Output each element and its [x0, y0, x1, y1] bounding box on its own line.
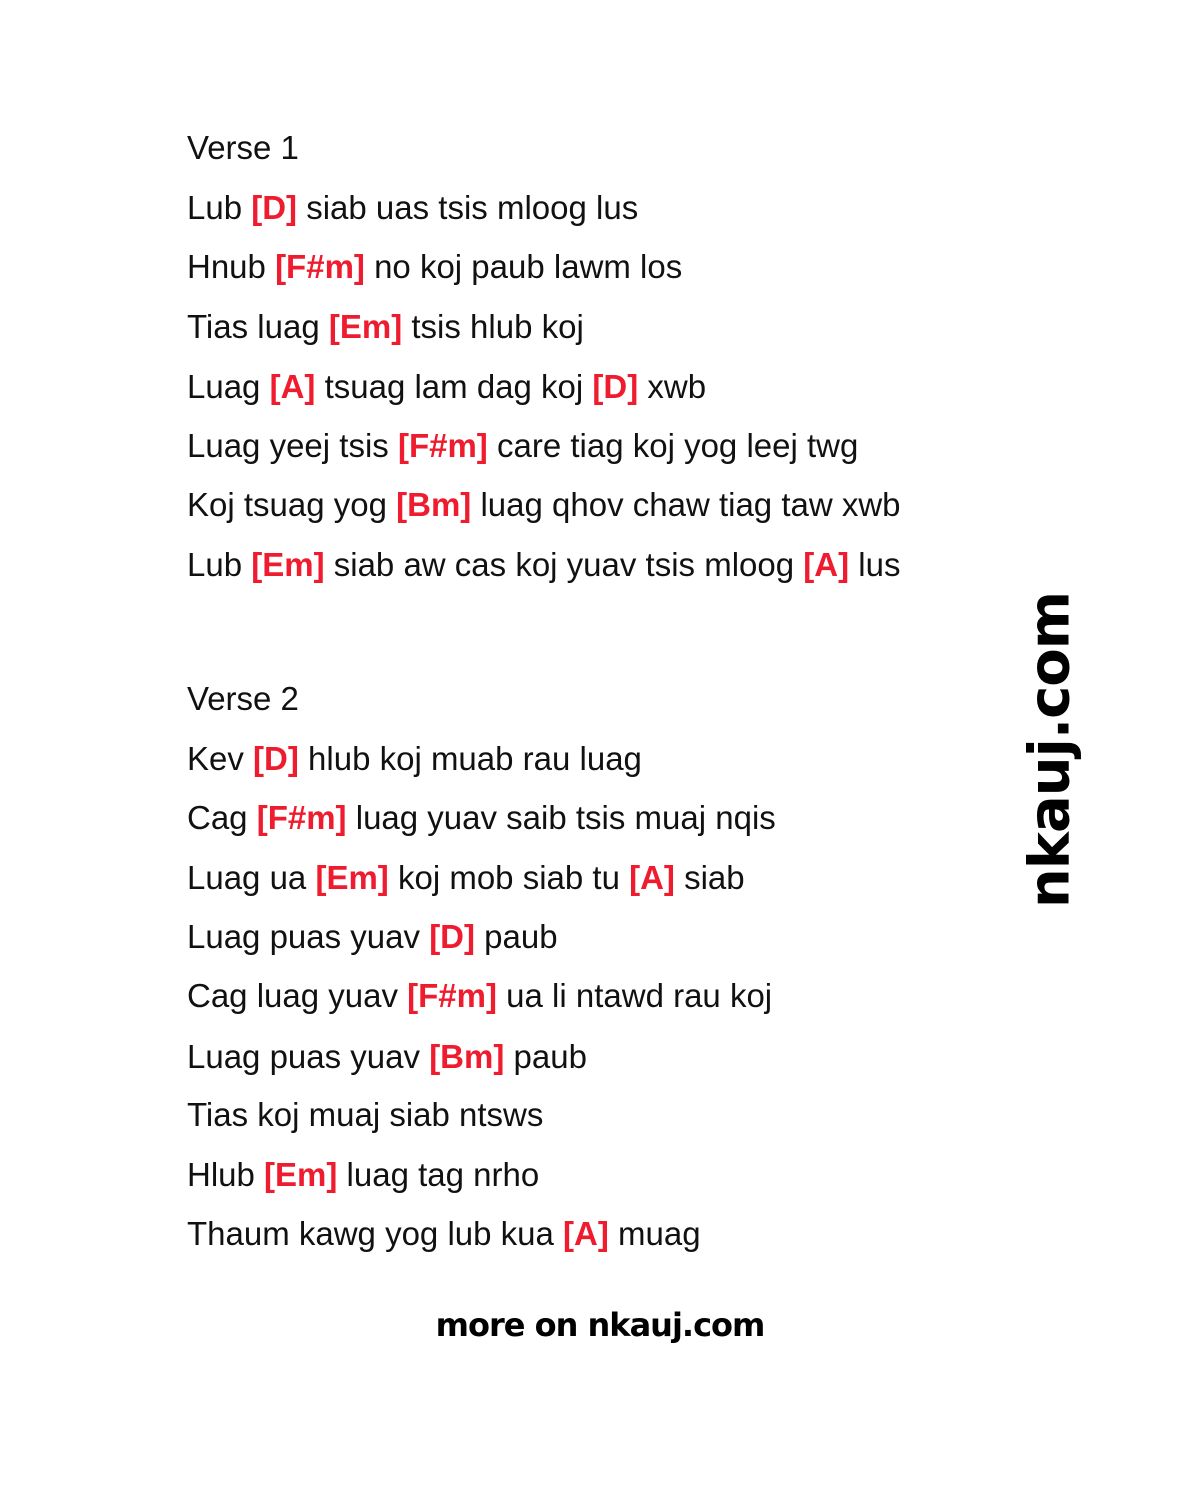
footer-site-link[interactable]: more on nkauj.com [0, 1306, 1200, 1344]
lyric-text: Hnub [187, 248, 276, 285]
lyric-line: Kev [D] hlub koj muab rau luag [187, 739, 642, 779]
lyric-line: Koj tsuag yog [Bm] luag qhov chaw tiag t… [187, 485, 901, 525]
lyric-line: Lub [Em] siab aw cas koj yuav tsis mloog… [187, 545, 900, 585]
lyric-text: Lub [187, 189, 252, 226]
lyric-line: Luag puas yuav [D] paub [187, 917, 558, 957]
lyric-text: hlub koj muab rau luag [298, 740, 642, 777]
chord-label: [D] [253, 740, 299, 777]
lyric-line: Luag ua [Em] koj mob siab tu [A] siab [187, 858, 745, 898]
lyric-text: muag [608, 1215, 701, 1252]
chord-label: [Em] [315, 859, 389, 896]
chord-label: [F#m] [397, 427, 488, 464]
lyric-line: Luag [A] tsuag lam dag koj [D] xwb [187, 367, 706, 407]
lyric-text: Hlub [187, 1156, 265, 1193]
chord-label: [Bm] [429, 1038, 505, 1075]
lyric-text: Thaum kawg yog lub kua [187, 1215, 564, 1252]
lyric-text: siab uas tsis mloog lus [297, 189, 639, 226]
lyric-line: Lub [D] siab uas tsis mloog lus [187, 188, 638, 228]
chord-label: [F#m] [407, 977, 497, 1014]
lyric-text: Luag yeej tsis [187, 427, 398, 464]
lyric-text: Tias luag [187, 308, 329, 345]
chord-label: [D] [251, 189, 298, 226]
lyric-text: paub [475, 918, 558, 955]
lyric-line: Cag [F#m] luag yuav saib tsis muaj nqis [187, 798, 776, 838]
chord-label: [A] [629, 859, 675, 896]
verse-2-title: Verse 2 [187, 680, 299, 717]
chord-label: [F#m] [275, 248, 365, 285]
lyric-text: siab aw cas koj yuav tsis mloog [324, 546, 804, 583]
lyric-text: Luag puas yuav [187, 918, 430, 955]
chord-label: [A] [803, 546, 850, 583]
lyric-text: koj mob siab tu [388, 859, 630, 896]
lyric-line: Cag luag yuav [F#m] ua li ntawd rau koj [187, 976, 772, 1016]
chord-label: [D] [429, 918, 475, 955]
lyric-line: Tias koj muaj siab ntsws [187, 1095, 543, 1135]
chord-label: [Bm] [396, 486, 472, 523]
lyric-text: tsuag lam dag koj [315, 368, 593, 405]
chord-label: [F#m] [256, 799, 347, 836]
lyric-line: Hnub [F#m] no koj paub lawm los [187, 247, 682, 287]
lyric-line: Luag puas yuav [Bm] paub [187, 1037, 587, 1077]
chord-label: [Em] [328, 308, 403, 345]
lyric-text: Cag luag yuav [187, 977, 408, 1014]
lyric-text: Luag [187, 368, 270, 405]
lyric-text: Cag [187, 799, 257, 836]
lyric-text: paub [504, 1038, 587, 1075]
chord-label: [D] [592, 368, 639, 405]
site-watermark: nkauj.com [1017, 591, 1083, 909]
lyric-line: Luag yeej tsis [F#m] care tiag koj yog l… [187, 426, 858, 466]
lyric-text: Luag puas yuav [187, 1038, 430, 1075]
lyric-line: Thaum kawg yog lub kua [A] muag [187, 1214, 701, 1254]
lyric-line: Tias luag [Em] tsis hlub koj [187, 307, 584, 347]
chord-label: [Em] [251, 546, 325, 583]
lyric-text: care tiag koj yog leej twg [487, 427, 859, 464]
chord-label: [Em] [264, 1156, 338, 1193]
lyric-text: xwb [638, 368, 707, 405]
lyric-text: lus [849, 546, 901, 583]
lyric-text: Luag ua [187, 859, 316, 896]
lyric-text: Koj tsuag yog [187, 486, 397, 523]
lyric-text: luag yuav saib tsis muaj nqis [346, 799, 776, 836]
chord-label: [A] [269, 368, 316, 405]
lyric-text: no koj paub lawm los [364, 248, 683, 285]
lyric-text: Lub [187, 546, 252, 583]
verse-1-title: Verse 1 [187, 129, 299, 166]
lyric-text: ua li ntawd rau koj [496, 977, 773, 1014]
lyric-text: luag qhov chaw tiag taw xwb [471, 486, 901, 523]
lyric-text: siab [674, 859, 745, 896]
lyric-text: tsis hlub koj [402, 308, 584, 345]
lyric-text: Kev [187, 740, 254, 777]
lyric-text: Tias koj muaj siab ntsws [187, 1096, 544, 1133]
lyric-text: luag tag nrho [337, 1156, 540, 1193]
lyric-line: Hlub [Em] luag tag nrho [187, 1155, 539, 1195]
chord-label: [A] [563, 1215, 609, 1252]
